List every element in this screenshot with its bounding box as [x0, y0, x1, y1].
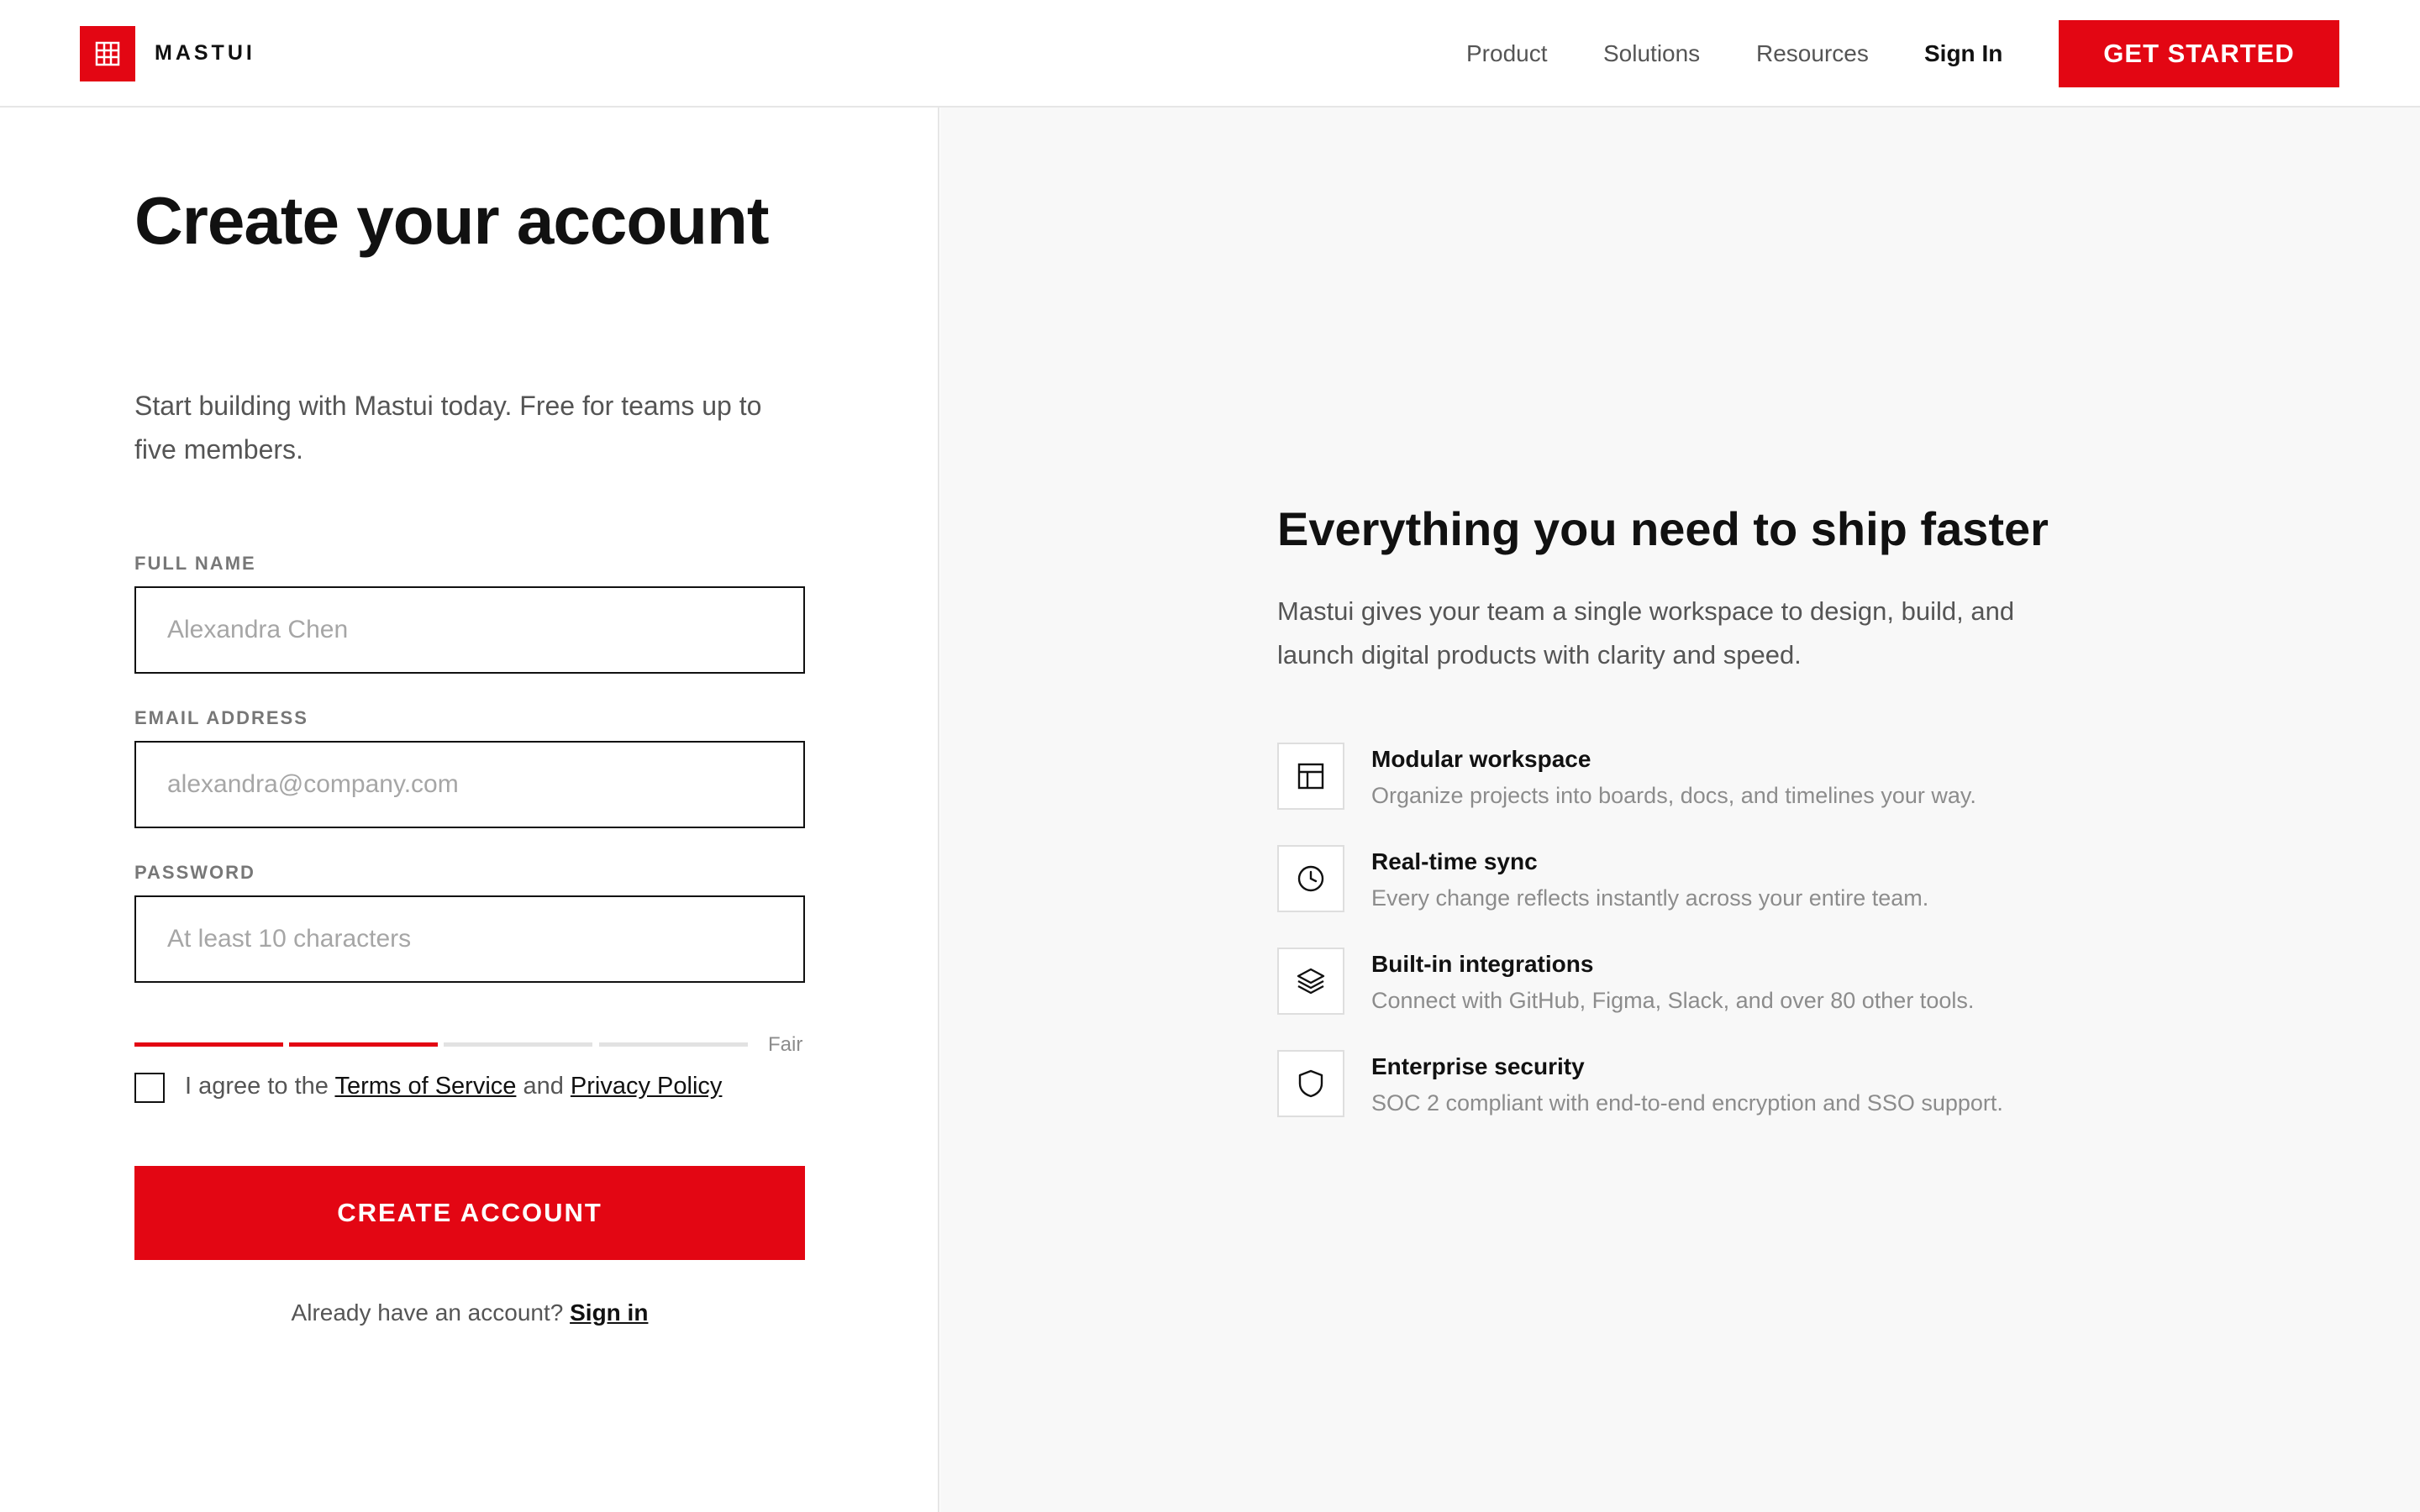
terms-checkbox[interactable] — [134, 1073, 165, 1103]
feature-title: Enterprise security — [1371, 1053, 1585, 1079]
strength-segment — [134, 1042, 283, 1047]
clock-icon — [1277, 845, 1344, 912]
feature-item: Real-time sync Every change reflects ins… — [1277, 845, 2118, 914]
feature-title: Modular workspace — [1371, 746, 1591, 772]
layout-icon — [1277, 743, 1344, 810]
get-started-button[interactable]: GET STARTED — [2059, 20, 2339, 87]
nav-product[interactable]: Product — [1466, 40, 1548, 67]
feature-description: SOC 2 compliant with end-to-end encrypti… — [1371, 1090, 2003, 1116]
nav-solutions[interactable]: Solutions — [1603, 40, 1700, 67]
feature-item: Enterprise security SOC 2 compliant with… — [1277, 1050, 2118, 1119]
feature-item: Built-in integrations Connect with GitHu… — [1277, 948, 2118, 1016]
feature-description: Connect with GitHub, Figma, Slack, and o… — [1371, 988, 1975, 1013]
page-title: Create your account — [134, 183, 770, 258]
feature-description: Every change reflects instantly across y… — [1371, 885, 1929, 911]
page-subtitle: Start building with Mastui today. Free f… — [134, 391, 762, 465]
password-label: PASSWORD — [134, 862, 255, 883]
features-title: Everything you need to ship faster — [1277, 502, 2049, 555]
feature-title: Built-in integrations — [1371, 951, 1594, 977]
feature-description: Organize projects into boards, docs, and… — [1371, 783, 1976, 808]
signin-prompt-text: Already have an account? — [291, 1299, 564, 1326]
email-label: EMAIL ADDRESS — [134, 707, 308, 728]
strength-segment — [599, 1042, 748, 1047]
grid-icon[interactable] — [80, 26, 135, 81]
nav-sign-in[interactable]: Sign In — [1924, 40, 2002, 67]
full-name-label: FULL NAME — [134, 553, 256, 574]
shield-icon — [1277, 1050, 1344, 1117]
strength-segment — [444, 1042, 592, 1047]
strength-segment — [289, 1042, 438, 1047]
feature-item: Modular workspace Organize projects into… — [1277, 743, 2118, 811]
create-account-button[interactable]: CREATE ACCOUNT — [134, 1166, 805, 1260]
layers-icon — [1277, 948, 1344, 1015]
agree-prefix: I agree to the — [185, 1073, 329, 1100]
password-field[interactable] — [134, 895, 805, 983]
full-name-field[interactable] — [134, 586, 805, 674]
agree-conjunction: and — [523, 1073, 564, 1100]
terms-of-service-link[interactable]: Terms of Service — [334, 1073, 516, 1100]
email-field[interactable] — [134, 741, 805, 828]
signin-prompt: Already have an account? Sign in — [134, 1299, 805, 1326]
feature-title: Real-time sync — [1371, 848, 1538, 874]
brand-name[interactable]: MASTUI — [155, 41, 255, 66]
privacy-policy-link[interactable]: Privacy Policy — [571, 1073, 723, 1100]
top-navbar: MASTUI Product Solutions Resources Sign … — [0, 0, 2420, 108]
nav-resources[interactable]: Resources — [1756, 40, 1869, 67]
password-strength-label: Fair — [768, 1033, 803, 1056]
terms-agreement: I agree to the Terms of Service and Priv… — [185, 1073, 722, 1100]
features-description: Mastui gives your team a single workspac… — [1277, 596, 2015, 669]
sign-in-link[interactable]: Sign in — [570, 1299, 648, 1326]
